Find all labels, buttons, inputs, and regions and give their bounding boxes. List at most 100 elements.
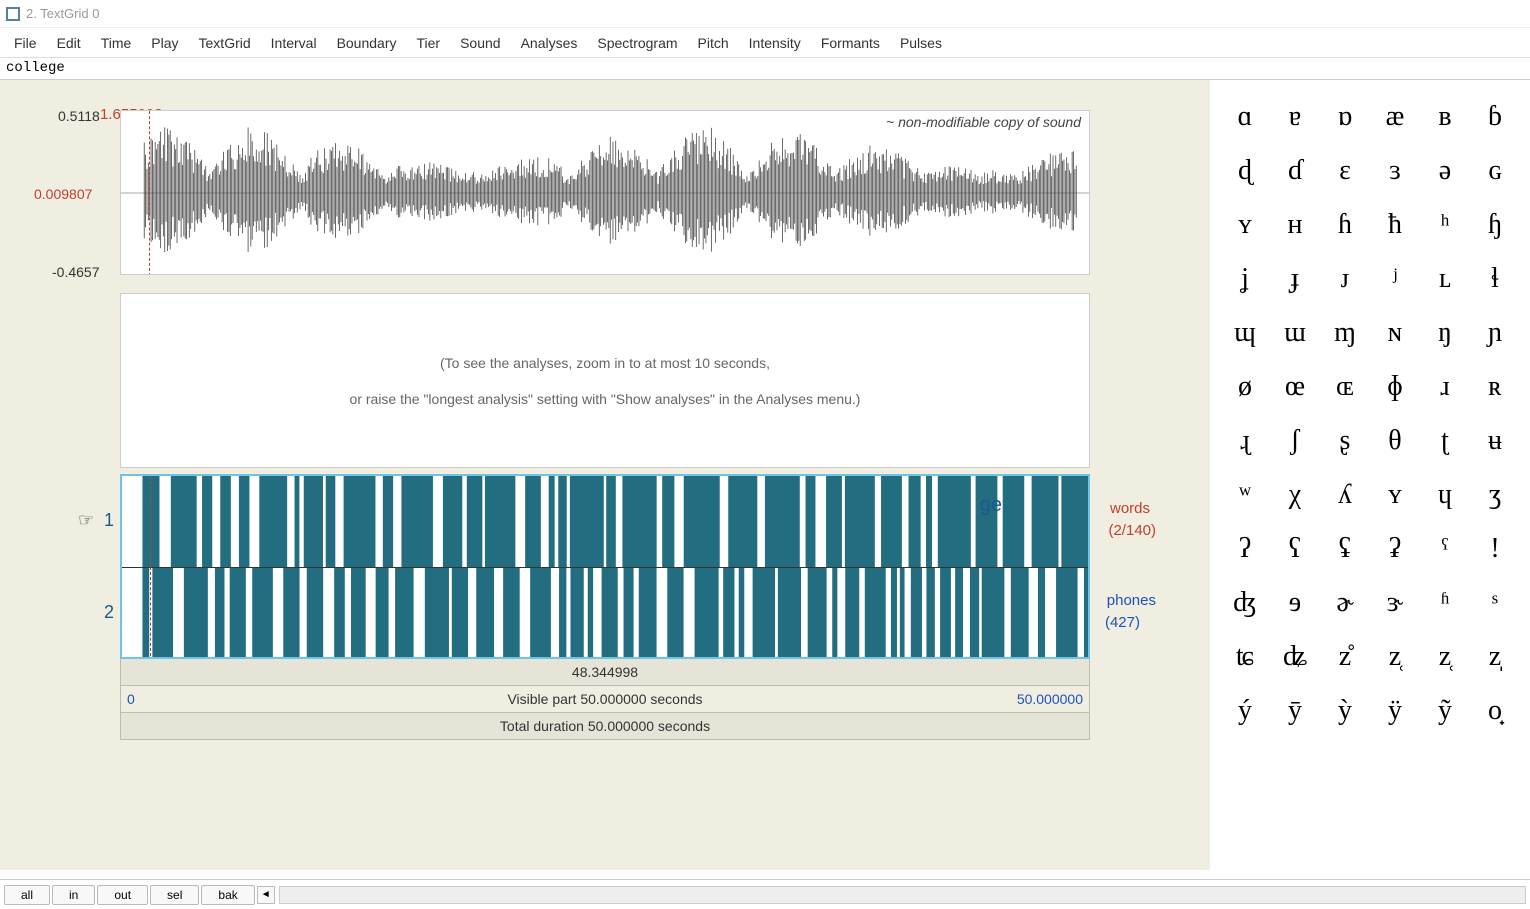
ipa-char-68[interactable]: ỳ	[1320, 684, 1370, 738]
ipa-char-6[interactable]: ɖ	[1220, 144, 1270, 198]
ipa-char-34[interactable]: ɹ	[1420, 360, 1470, 414]
ipa-char-42[interactable]: ʷ	[1220, 468, 1270, 522]
ipa-char-2[interactable]: ɒ	[1320, 90, 1370, 144]
menu-interval[interactable]: Interval	[261, 31, 327, 55]
menu-spectrogram[interactable]: Spectrogram	[587, 31, 687, 55]
menu-boundary[interactable]: Boundary	[327, 31, 407, 55]
tier1-row[interactable]: ge	[122, 476, 1088, 568]
ipa-char-12[interactable]: ʏ	[1220, 198, 1270, 252]
ipa-char-9[interactable]: ɜ	[1370, 144, 1420, 198]
ipa-char-10[interactable]: ə	[1420, 144, 1470, 198]
ipa-char-35[interactable]: ʀ	[1470, 360, 1520, 414]
zoom-bak-button[interactable]: bak	[201, 885, 254, 905]
ipa-char-69[interactable]: ÿ	[1370, 684, 1420, 738]
ipa-char-48[interactable]: ʔ	[1220, 522, 1270, 576]
ipa-char-43[interactable]: χ	[1270, 468, 1320, 522]
ipa-char-5[interactable]: ɓ	[1470, 90, 1520, 144]
ipa-char-4[interactable]: ʙ	[1420, 90, 1470, 144]
menu-formants[interactable]: Formants	[811, 31, 890, 55]
ipa-char-59[interactable]: ˢ	[1470, 576, 1520, 630]
horizontal-scrollbar[interactable]	[279, 886, 1526, 904]
menu-edit[interactable]: Edit	[47, 31, 91, 55]
scroll-left-icon[interactable]: ◄	[257, 886, 275, 904]
ipa-char-22[interactable]: ʟ	[1420, 252, 1470, 306]
ipa-char-62[interactable]: z̊	[1320, 630, 1370, 684]
ipa-char-38[interactable]: ʂ	[1320, 414, 1370, 468]
ipa-char-65[interactable]: z̩	[1470, 630, 1520, 684]
ipa-char-63[interactable]: z̜	[1370, 630, 1420, 684]
ipa-char-53[interactable]: !	[1470, 522, 1520, 576]
ipa-char-15[interactable]: ħ	[1370, 198, 1420, 252]
zoom-sel-button[interactable]: sel	[150, 885, 199, 905]
ipa-char-37[interactable]: ʃ	[1270, 414, 1320, 468]
ipa-char-58[interactable]: ʱ	[1420, 576, 1470, 630]
ipa-char-36[interactable]: ɻ	[1220, 414, 1270, 468]
visible-strip[interactable]: 0 Visible part 50.000000 seconds 50.0000…	[120, 686, 1090, 713]
ipa-char-57[interactable]: ɝ	[1370, 576, 1420, 630]
ipa-char-18[interactable]: ʝ	[1220, 252, 1270, 306]
total-strip[interactable]: Total duration 50.000000 seconds	[120, 713, 1090, 740]
zoom-all-button[interactable]: all	[4, 885, 50, 905]
ipa-char-26[interactable]: ɱ	[1320, 306, 1370, 360]
ipa-char-28[interactable]: ŋ	[1420, 306, 1470, 360]
ipa-char-50[interactable]: ʢ	[1320, 522, 1370, 576]
ipa-char-71[interactable]: o̟	[1470, 684, 1520, 738]
ipa-char-3[interactable]: æ	[1370, 90, 1420, 144]
menu-analyses[interactable]: Analyses	[511, 31, 588, 55]
ipa-char-7[interactable]: ɗ	[1270, 144, 1320, 198]
waveform-panel[interactable]: ~ non-modifiable copy of sound	[120, 110, 1090, 275]
ipa-char-52[interactable]: ˤ	[1420, 522, 1470, 576]
ipa-char-16[interactable]: ʰ	[1420, 198, 1470, 252]
ipa-char-29[interactable]: ɲ	[1470, 306, 1520, 360]
menu-pitch[interactable]: Pitch	[688, 31, 739, 55]
ipa-char-33[interactable]: ɸ	[1370, 360, 1420, 414]
selection-strip[interactable]: 48.344998	[120, 659, 1090, 686]
ipa-char-40[interactable]: ʈ	[1420, 414, 1470, 468]
ipa-char-11[interactable]: ɢ	[1470, 144, 1520, 198]
analysis-panel[interactable]: (To see the analyses, zoom in to at most…	[120, 293, 1090, 468]
ipa-char-60[interactable]: ʨ	[1220, 630, 1270, 684]
menu-pulses[interactable]: Pulses	[890, 31, 952, 55]
ipa-char-30[interactable]: ø	[1220, 360, 1270, 414]
ipa-char-24[interactable]: ɰ	[1220, 306, 1270, 360]
ipa-char-8[interactable]: ɛ	[1320, 144, 1370, 198]
ipa-char-27[interactable]: ɴ	[1370, 306, 1420, 360]
ipa-char-19[interactable]: ɟ	[1270, 252, 1320, 306]
interval-text-input[interactable]: college	[0, 58, 1530, 80]
ipa-char-41[interactable]: ʉ	[1470, 414, 1520, 468]
ipa-char-66[interactable]: ý	[1220, 684, 1270, 738]
zoom-in-button[interactable]: in	[52, 885, 95, 905]
menu-intensity[interactable]: Intensity	[739, 31, 811, 55]
ipa-char-20[interactable]: ᴊ	[1320, 252, 1370, 306]
ipa-char-47[interactable]: ʒ	[1470, 468, 1520, 522]
ipa-char-70[interactable]: ỹ	[1420, 684, 1470, 738]
ipa-char-31[interactable]: œ	[1270, 360, 1320, 414]
ipa-char-55[interactable]: ɘ	[1270, 576, 1320, 630]
menu-textgrid[interactable]: TextGrid	[189, 31, 261, 55]
menu-tier[interactable]: Tier	[407, 31, 451, 55]
menu-sound[interactable]: Sound	[450, 31, 510, 55]
ipa-char-61[interactable]: ʥ	[1270, 630, 1320, 684]
ipa-char-45[interactable]: ʏ	[1370, 468, 1420, 522]
ipa-char-21[interactable]: ʲ	[1370, 252, 1420, 306]
ipa-char-0[interactable]: ɑ	[1220, 90, 1270, 144]
tier2-row[interactable]	[122, 568, 1088, 659]
ipa-char-44[interactable]: ʎ	[1320, 468, 1370, 522]
ipa-char-67[interactable]: ȳ	[1270, 684, 1320, 738]
ipa-char-49[interactable]: ʕ	[1270, 522, 1320, 576]
ipa-char-17[interactable]: ɧ	[1470, 198, 1520, 252]
ipa-char-51[interactable]: ʡ	[1370, 522, 1420, 576]
menu-play[interactable]: Play	[141, 31, 188, 55]
ipa-char-23[interactable]: ɬ	[1470, 252, 1520, 306]
ipa-char-39[interactable]: θ	[1370, 414, 1420, 468]
ipa-char-64[interactable]: z̜	[1420, 630, 1470, 684]
menu-file[interactable]: File	[4, 31, 47, 55]
ipa-char-54[interactable]: ʤ	[1220, 576, 1270, 630]
ipa-char-13[interactable]: ʜ	[1270, 198, 1320, 252]
zoom-out-button[interactable]: out	[97, 885, 148, 905]
ipa-char-14[interactable]: ɦ	[1320, 198, 1370, 252]
ipa-char-46[interactable]: ɥ	[1420, 468, 1470, 522]
ipa-char-1[interactable]: ɐ	[1270, 90, 1320, 144]
ipa-char-25[interactable]: ɯ	[1270, 306, 1320, 360]
ipa-char-32[interactable]: ɶ	[1320, 360, 1370, 414]
